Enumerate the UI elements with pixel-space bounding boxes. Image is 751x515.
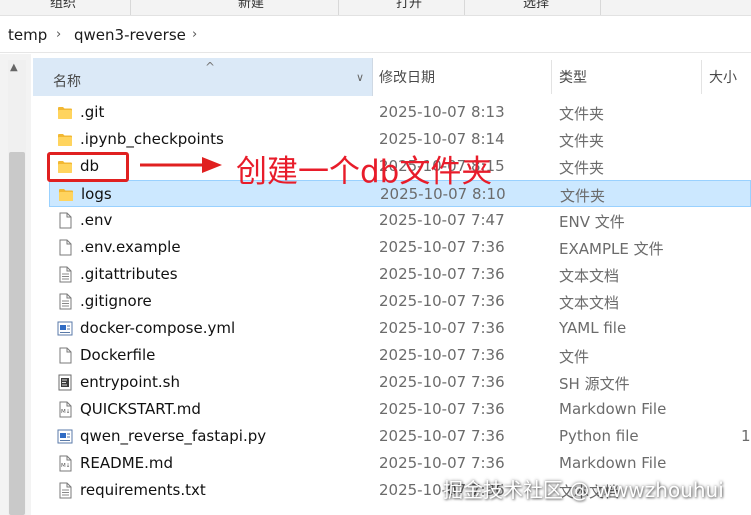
text-file-icon <box>57 482 73 499</box>
file-name: requirements.txt <box>80 481 206 499</box>
file-name: docker-compose.yml <box>80 319 236 337</box>
annotation-text: 创建一个db文件夹 <box>236 154 493 190</box>
text-file-icon <box>57 266 73 283</box>
file-row[interactable]: M↓ README.md 2025-10-07 7:36 Markdown File <box>49 450 751 477</box>
ribbon-open[interactable]: 打开 <box>396 0 422 11</box>
file-row[interactable]: .env.example 2025-10-07 7:36 EXAMPLE 文件 <box>49 234 751 261</box>
blank-file-icon <box>57 212 73 229</box>
watermark: 掘金技术社区 @ wwwzhouhui <box>443 478 724 502</box>
file-name: README.md <box>80 454 174 472</box>
file-modified-date: 2025-10-07 7:36 <box>379 265 505 283</box>
file-type: Markdown File <box>559 454 667 472</box>
file-row[interactable]: qwen_reverse_fastapi.py 2025-10-07 7:36 Py… <box>49 423 751 450</box>
navigation-scrollbar-thumb[interactable] <box>9 152 25 515</box>
chevron-right-icon[interactable]: › <box>56 27 61 42</box>
file-type: Python file <box>559 427 639 445</box>
chevron-right-icon[interactable]: › <box>192 27 197 42</box>
file-row[interactable]: .env 2025-10-07 7:47 ENV 文件 <box>49 207 751 234</box>
file-type: 文本文档 <box>559 267 620 285</box>
file-modified-date: 2025-10-07 7:36 <box>379 400 505 418</box>
file-modified-date: 2025-10-07 7:36 <box>379 319 505 337</box>
column-header-row: 名称 ^ ∨ 修改日期 类型 大小 <box>31 54 751 96</box>
code-file-icon <box>57 320 73 337</box>
ribbon-divider <box>464 0 465 15</box>
file-name: qwen_reverse_fastapi.py <box>80 427 267 445</box>
folder-icon <box>57 131 73 148</box>
file-modified-date: 2025-10-07 7:36 <box>379 454 505 472</box>
code-file-icon <box>57 428 73 445</box>
file-name: .ipynb_checkpoints <box>80 130 224 148</box>
file-size: 1 <box>741 427 751 445</box>
folder-icon <box>57 104 73 121</box>
highlight-box <box>47 152 129 182</box>
file-row[interactable]: .git 2025-10-07 8:13 文件夹 <box>49 99 751 126</box>
file-name: .env <box>80 211 113 229</box>
file-type: Markdown File <box>559 400 667 418</box>
column-divider[interactable] <box>551 60 552 94</box>
file-modified-date: 2025-10-07 8:13 <box>379 103 505 121</box>
scroll-up-arrow-icon[interactable]: ▲ <box>10 62 18 73</box>
file-name: Dockerfile <box>80 346 156 364</box>
ribbon-organize[interactable]: 组织 <box>50 0 76 11</box>
file-name: QUICKSTART.md <box>80 400 201 418</box>
file-type: 文件夹 <box>559 105 605 123</box>
file-row[interactable]: Dockerfile 2025-10-07 7:36 文件 <box>49 342 751 369</box>
file-type: 文件夹 <box>559 159 605 177</box>
file-type: EXAMPLE 文件 <box>559 240 664 258</box>
chevron-down-icon[interactable]: ∨ <box>356 71 364 84</box>
column-divider[interactable] <box>701 60 702 94</box>
file-type: 文件夹 <box>560 187 606 205</box>
column-header-name[interactable]: 名称 ^ ∨ <box>33 58 373 96</box>
annotation-arrow <box>140 157 222 173</box>
blank-file-icon <box>57 239 73 256</box>
file-name: .git <box>80 103 105 121</box>
column-header-type[interactable]: 类型 <box>559 67 587 87</box>
column-header-size[interactable]: 大小 <box>709 67 737 87</box>
ribbon-divider <box>600 0 601 15</box>
sort-ascending-icon: ^ <box>205 60 216 74</box>
file-name: logs <box>81 185 112 203</box>
file-row[interactable]: .gitattributes 2025-10-07 7:36 文本文档 <box>49 261 751 288</box>
svg-text:M↓: M↓ <box>61 408 70 415</box>
file-row[interactable]: entrypoint.sh 2025-10-07 7:36 SH 源文件 <box>49 369 751 396</box>
file-modified-date: 2025-10-07 7:36 <box>379 427 505 445</box>
file-row[interactable]: docker-compose.yml 2025-10-07 7:36 YAML fi… <box>49 315 751 342</box>
breadcrumb: temp › qwen3-reverse › <box>0 17 751 53</box>
file-modified-date: 2025-10-07 7:47 <box>379 211 505 229</box>
file-name: .gitattributes <box>80 265 178 283</box>
file-modified-date: 2025-10-07 7:36 <box>379 238 505 256</box>
blank-file-icon <box>57 347 73 364</box>
svg-text:M↓: M↓ <box>61 462 70 469</box>
column-name-label: 名称 <box>53 74 81 90</box>
ribbon-select[interactable]: 选择 <box>523 0 549 11</box>
ribbon-toolbar: 组织 新建 打开 选择 <box>0 0 751 16</box>
breadcrumb-item-temp[interactable]: temp <box>8 26 47 44</box>
ribbon-new[interactable]: 新建 <box>238 0 264 11</box>
file-type: 文本文档 <box>559 294 620 312</box>
file-modified-date: 2025-10-07 7:36 <box>379 292 505 310</box>
file-modified-date: 2025-10-07 7:36 <box>379 346 505 364</box>
markdown-file-icon: M↓ <box>57 455 73 472</box>
column-header-date[interactable]: 修改日期 <box>379 67 435 87</box>
file-name: .gitignore <box>80 292 152 310</box>
folder-icon <box>58 186 74 203</box>
script-file-icon <box>57 374 73 391</box>
file-type: SH 源文件 <box>559 375 630 393</box>
file-name: entrypoint.sh <box>80 373 181 391</box>
file-type: 文件夹 <box>559 132 605 150</box>
file-type: ENV 文件 <box>559 213 625 231</box>
file-type: YAML file <box>559 319 627 337</box>
file-row[interactable]: M↓ QUICKSTART.md 2025-10-07 7:36 Markdown F… <box>49 396 751 423</box>
file-modified-date: 2025-10-07 7:36 <box>379 373 505 391</box>
breadcrumb-item-current[interactable]: qwen3-reverse <box>74 26 186 44</box>
ribbon-divider <box>130 0 131 15</box>
markdown-file-icon: M↓ <box>57 401 73 418</box>
text-file-icon <box>57 293 73 310</box>
file-type: 文件 <box>559 348 590 366</box>
file-row[interactable]: .gitignore 2025-10-07 7:36 文本文档 <box>49 288 751 315</box>
ribbon-divider <box>338 0 339 15</box>
file-name: .env.example <box>80 238 181 256</box>
